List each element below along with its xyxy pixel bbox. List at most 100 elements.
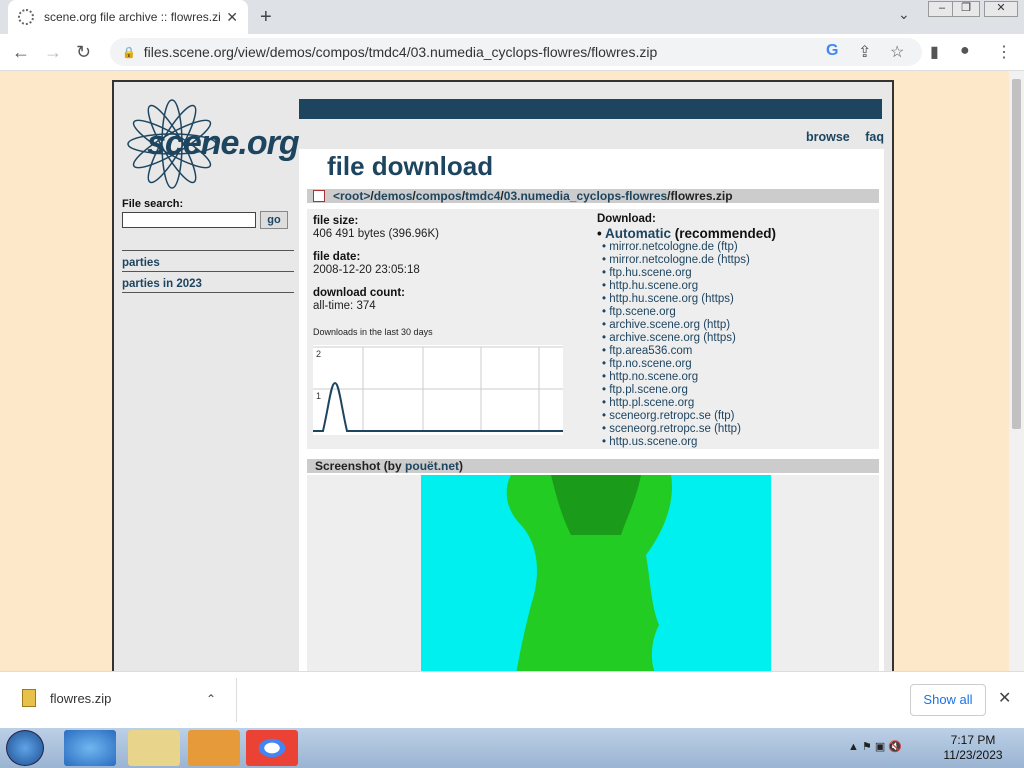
mirror-link[interactable]: http.no.scene.org <box>602 371 867 384</box>
mirror-link[interactable]: http.pl.scene.org <box>602 397 867 410</box>
file-search-label: File search: <box>122 198 184 210</box>
chevron-up-icon[interactable]: ⌃ <box>206 692 216 706</box>
lock-icon: 🔒 <box>122 46 136 59</box>
breadcrumb: <root>/demos/compos/tmdc4/03.numedia_cyc… <box>307 189 879 203</box>
faq-link[interactable]: faq <box>865 130 884 144</box>
mirror-link[interactable]: sceneorg.retropc.se (ftp) <box>602 410 867 423</box>
ie-icon[interactable] <box>64 730 116 766</box>
media-player-icon[interactable] <box>188 730 240 766</box>
mirror-link[interactable]: mirror.netcologne.de (ftp) <box>602 241 867 254</box>
clock-date: 11/23/2023 <box>943 748 1003 762</box>
favicon-icon <box>18 9 34 25</box>
screenshot-label: Screenshot (by <box>315 459 406 473</box>
sidebar-item-parties-2023[interactable]: parties in 2023 <box>122 271 294 293</box>
download-item[interactable]: flowres.zip <box>22 689 111 707</box>
scene-org-logo[interactable]: scene.org <box>122 94 300 194</box>
go-button[interactable]: go <box>260 211 288 229</box>
share-icon[interactable]: ⇪ <box>858 42 871 62</box>
mirror-link[interactable]: ftp.pl.scene.org <box>602 384 867 397</box>
url-text: files.scene.org/view/demos/compos/tmdc4/… <box>143 44 658 60</box>
breadcrumb-file: flowres.zip <box>670 189 733 203</box>
taskbar: ▲ ⚑ ▣ 🔇 7:17 PM 11/23/2023 <box>0 728 1024 768</box>
tab-search-icon[interactable]: ⌄ <box>898 6 910 23</box>
new-tab-button[interactable]: + <box>260 6 272 29</box>
bookmark-star-icon[interactable]: ☆ <box>890 42 904 62</box>
mirror-link[interactable]: ftp.no.scene.org <box>602 358 867 371</box>
mirror-link[interactable]: ftp.hu.scene.org <box>602 267 867 280</box>
file-search-input[interactable] <box>122 212 256 228</box>
y-tick-2: 2 <box>316 349 321 359</box>
mirror-link[interactable]: http.hu.scene.org (https) <box>602 293 867 306</box>
mirror-link[interactable]: http.hu.scene.org <box>602 280 867 293</box>
page-title: file download <box>327 151 494 181</box>
download-count-value: all-time: 374 <box>313 300 376 312</box>
top-nav: browse faq <box>794 130 884 144</box>
download-panel: Download: • Automatic (recommended) mirr… <box>597 213 867 449</box>
breadcrumb-compos[interactable]: compos <box>416 189 462 203</box>
close-window-button[interactable]: ✕ <box>984 1 1018 17</box>
breadcrumb-tmdc4[interactable]: tmdc4 <box>465 189 500 203</box>
close-tab-icon[interactable]: ✕ <box>226 9 238 26</box>
file-type-icon <box>313 190 325 202</box>
menu-icon[interactable]: ⋮ <box>996 42 1012 62</box>
file-date-label: file date: <box>313 251 361 263</box>
page-scrollbar[interactable] <box>1009 71 1024 671</box>
clock[interactable]: 7:17 PM 11/23/2023 <box>938 733 1008 763</box>
file-size-value: 406 491 bytes (396.96K) <box>313 228 439 240</box>
clock-time: 7:17 PM <box>950 733 996 747</box>
maximize-button[interactable]: ❐ <box>952 1 980 17</box>
web-page: scene.org File search: go parties partie… <box>0 71 1009 671</box>
site-frame: scene.org File search: go parties partie… <box>112 80 894 671</box>
mirror-link[interactable]: http.us.scene.org <box>602 436 867 449</box>
address-bar[interactable]: 🔒 files.scene.org/view/demos/compos/tmdc… <box>110 38 922 66</box>
downloads-bar: flowres.zip ⌃ Show all ✕ <box>0 671 1024 728</box>
recommended-text: (recommended) <box>674 226 777 241</box>
google-icon[interactable]: G <box>826 42 838 60</box>
mirror-link[interactable]: ftp.scene.org <box>602 306 867 319</box>
breadcrumb-demos[interactable]: demos <box>374 189 413 203</box>
mirror-link[interactable]: sceneorg.retropc.se (http) <box>602 423 867 436</box>
screenshot-header: Screenshot (by pouët.net) <box>307 459 879 473</box>
logo-text: scene.org <box>147 124 300 162</box>
automatic-download: • Automatic (recommended) <box>597 226 777 241</box>
breadcrumb-root[interactable]: <root> <box>333 189 370 203</box>
chrome-icon[interactable] <box>246 730 298 766</box>
browse-link[interactable]: browse <box>806 130 850 144</box>
divider <box>236 678 237 722</box>
forward-icon[interactable]: → <box>44 42 62 63</box>
reload-icon[interactable]: ↻ <box>76 42 91 63</box>
close-downloads-icon[interactable]: ✕ <box>998 688 1011 708</box>
sidebar-item-parties[interactable]: parties <box>122 250 294 269</box>
tab-strip: scene.org file archive :: flowres.zi ✕ +… <box>0 0 1024 34</box>
start-button[interactable] <box>6 730 44 766</box>
breadcrumb-folder[interactable]: 03.numedia_cyclops-flowres <box>504 189 667 203</box>
side-panel-icon[interactable]: ▮ <box>930 42 939 62</box>
file-date-value: 2008-12-20 23:05:18 <box>313 264 420 276</box>
left-sidebar: scene.org File search: go parties partie… <box>114 82 300 671</box>
downloads-chart: 2 1 <box>313 345 563 435</box>
mirror-link[interactable]: ftp.area536.com <box>602 345 867 358</box>
pouet-link[interactable]: pouët.net <box>405 459 459 473</box>
back-icon[interactable]: ← <box>12 42 30 63</box>
download-count-label: download count: <box>313 287 405 299</box>
explorer-icon[interactable] <box>128 730 180 766</box>
main-content: file download <root>/demos/compos/tmdc4/… <box>299 149 884 671</box>
mirror-link[interactable]: archive.scene.org (http) <box>602 319 867 332</box>
zip-file-icon <box>22 689 36 707</box>
demo-screenshot <box>421 475 771 671</box>
mirror-link[interactable]: archive.scene.org (https) <box>602 332 867 345</box>
browser-tab[interactable]: scene.org file archive :: flowres.zi ✕ <box>8 0 248 34</box>
graph-title: Downloads in the last 30 days <box>313 327 433 337</box>
screenshot-close-paren: ) <box>459 459 464 473</box>
show-all-button[interactable]: Show all <box>910 684 986 716</box>
file-size-label: file size: <box>313 215 359 227</box>
system-tray[interactable]: ▲ ⚑ ▣ 🔇 <box>848 740 902 753</box>
profile-icon[interactable]: ● <box>960 42 970 60</box>
scrollbar-thumb[interactable] <box>1012 79 1021 429</box>
download-label: Download: <box>597 213 656 225</box>
mirror-list: mirror.netcologne.de (ftp)mirror.netcolo… <box>602 241 867 449</box>
automatic-link[interactable]: Automatic <box>605 226 671 241</box>
screenshot-panel <box>307 475 879 671</box>
download-filename: flowres.zip <box>50 690 112 706</box>
mirror-link[interactable]: mirror.netcologne.de (https) <box>602 254 867 267</box>
